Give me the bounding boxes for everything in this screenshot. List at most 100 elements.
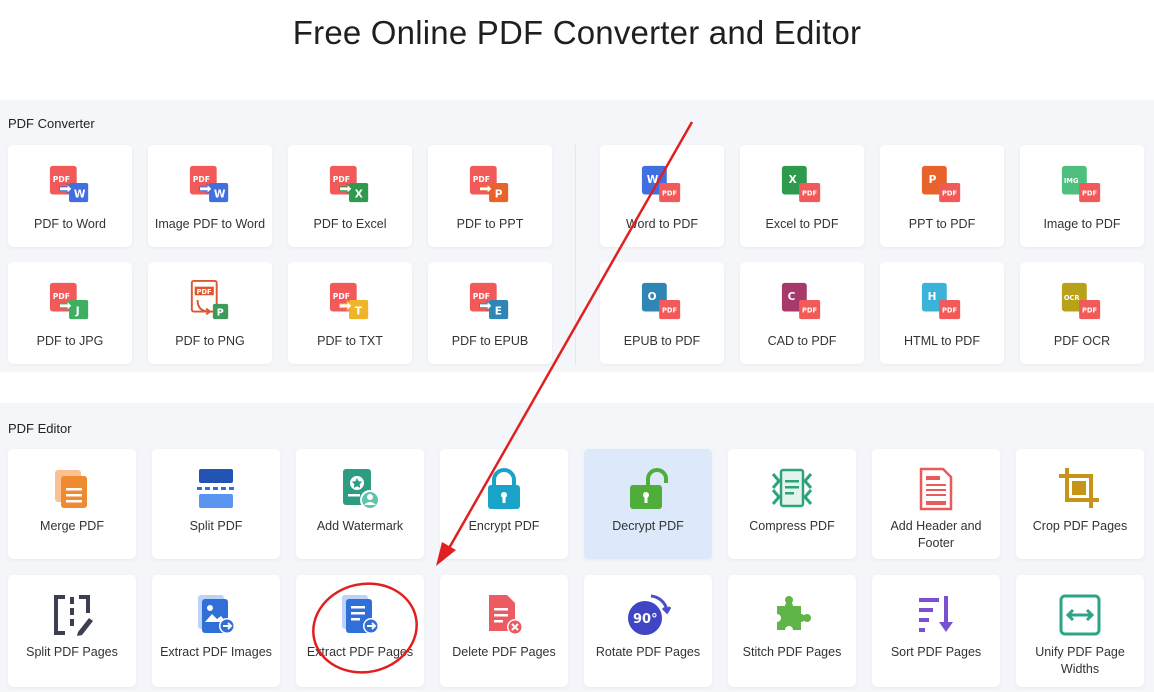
svg-text:PDF: PDF [1082,189,1097,197]
svg-text:PDF: PDF [1082,306,1097,314]
tool-unify-page-widths[interactable]: Unify PDF Page Widths [1016,575,1144,687]
tool-label: Extract PDF Pages [306,645,414,659]
tool-merge-pdf[interactable]: Merge PDF [8,449,136,559]
image-to-pdf-icon: IMG PDF [1061,165,1101,203]
extract-pdf-images-icon [198,595,235,634]
crop-pdf-pages-icon [1059,468,1099,508]
tool-label: Image PDF to Word [154,217,266,231]
image-pdf-to-word-icon: PDF W [189,165,229,203]
svg-text:W: W [214,188,226,200]
decrypt-pdf-icon [630,468,668,509]
svg-text:PDF: PDF [197,288,212,296]
tool-split-pdf-pages[interactable]: Split PDF Pages [8,575,136,687]
tool-extract-pdf-images[interactable]: Extract PDF Images [152,575,280,687]
tool-epub-to-pdf[interactable]: O PDF EPUB to PDF [600,262,724,364]
tool-word-to-pdf[interactable]: W PDF Word to PDF [600,145,724,247]
tool-label: Stitch PDF Pages [742,645,842,659]
svg-text:X: X [355,188,363,200]
tool-extract-pdf-pages[interactable]: Extract PDF Pages [296,575,424,687]
tool-compress-pdf[interactable]: Compress PDF [728,449,856,559]
add-header-footer-icon [919,467,953,511]
svg-text:OCR: OCR [1064,294,1081,302]
split-pdf-icon [197,469,234,508]
tool-stitch-pdf-pages[interactable]: Stitch PDF Pages [728,575,856,687]
word-to-pdf-icon: W PDF [641,165,681,203]
svg-text:PDF: PDF [333,292,350,301]
rotate-pdf-pages-icon: 90° [628,594,671,635]
section-label-editor: PDF Editor [8,421,72,436]
cad-to-pdf-icon: C PDF [781,282,821,320]
svg-text:W: W [74,188,86,200]
tool-label: Excel to PDF [765,217,839,231]
tool-label: Encrypt PDF [468,519,540,533]
tool-label: PDF OCR [1053,334,1111,348]
tool-image-pdf-to-word[interactable]: PDF W Image PDF to Word [148,145,272,247]
tool-label: Image to PDF [1043,217,1121,231]
svg-text:PDF: PDF [802,306,817,314]
sort-pdf-pages-icon [919,596,953,632]
pdf-converter-section: PDF Converter PDF W PDF to Word PDF W Im… [0,100,1154,372]
tool-pdf-to-epub[interactable]: PDF E PDF to EPUB [428,262,552,364]
tool-split-pdf[interactable]: Split PDF [152,449,280,559]
delete-pdf-pages-icon [489,595,523,635]
tool-pdf-to-ppt[interactable]: PDF P PDF to PPT [428,145,552,247]
tool-label: CAD to PDF [767,334,837,348]
tool-pdf-to-word[interactable]: PDF W PDF to Word [8,145,132,247]
tool-encrypt-pdf[interactable]: Encrypt PDF [440,449,568,559]
unify-page-widths-icon [1059,594,1101,636]
svg-text:PDF: PDF [662,306,677,314]
svg-text:P: P [929,174,937,186]
svg-text:O: O [648,291,657,303]
tool-decrypt-pdf[interactable]: Decrypt PDF [584,449,712,559]
svg-text:T: T [355,305,363,317]
tool-label: Unify PDF Page Widths [1035,645,1125,676]
pdf-to-ppt-icon: PDF P [469,165,509,203]
tool-html-to-pdf[interactable]: H PDF HTML to PDF [880,262,1004,364]
tool-label: PDF to PPT [456,217,524,231]
pdf-editor-section: PDF Editor Merge PDF Split PDF Add Water… [0,403,1154,692]
tool-add-watermark[interactable]: Add Watermark [296,449,424,559]
split-pdf-pages-icon [54,595,93,636]
pdf-ocr-icon: OCR PDF [1061,282,1101,320]
svg-text:P: P [217,307,224,318]
svg-text:C: C [788,291,796,303]
tool-sort-pdf-pages[interactable]: Sort PDF Pages [872,575,1000,687]
pdf-to-excel-icon: PDF X [329,165,369,203]
pdf-to-txt-icon: PDF T [329,282,369,320]
svg-text:PDF: PDF [333,175,350,184]
tool-label: Extract PDF Images [160,645,272,659]
tool-label: PDF to EPUB [451,334,529,348]
stitch-pdf-pages-icon [777,596,811,630]
svg-text:PDF: PDF [662,189,677,197]
tool-label: Split PDF Pages [26,645,118,659]
excel-to-pdf-icon: X PDF [781,165,821,203]
tool-cad-to-pdf[interactable]: C PDF CAD to PDF [740,262,864,364]
tool-image-to-pdf[interactable]: IMG PDF Image to PDF [1020,145,1144,247]
html-to-pdf-icon: H PDF [921,282,961,320]
tool-excel-to-pdf[interactable]: X PDF Excel to PDF [740,145,864,247]
tool-pdf-ocr[interactable]: OCR PDF PDF OCR [1020,262,1144,364]
tool-pdf-to-png[interactable]: PDF P PDF to PNG [148,262,272,364]
tool-ppt-to-pdf[interactable]: P PDF PPT to PDF [880,145,1004,247]
tool-delete-pdf-pages[interactable]: Delete PDF Pages [440,575,568,687]
pdf-to-jpg-icon: PDF J [49,282,89,320]
tool-label: PDF to Excel [313,217,387,231]
svg-text:E: E [495,305,502,317]
tool-add-header-footer[interactable]: Add Header and Footer [872,449,1000,559]
svg-text:W: W [647,174,659,186]
tool-pdf-to-jpg[interactable]: PDF J PDF to JPG [8,262,132,364]
tool-pdf-to-excel[interactable]: PDF X PDF to Excel [288,145,412,247]
compress-pdf-icon [771,468,813,508]
tool-pdf-to-txt[interactable]: PDF T PDF to TXT [288,262,412,364]
tool-label: Split PDF [189,519,243,533]
tool-label: Delete PDF Pages [452,645,556,659]
tool-label: Decrypt PDF [612,519,684,533]
page-title: Free Online PDF Converter and Editor [292,14,862,51]
tool-label: PDF to Word [33,217,106,231]
svg-text:J: J [75,305,80,317]
tool-crop-pdf-pages[interactable]: Crop PDF Pages [1016,449,1144,559]
tool-label: HTML to PDF [904,334,980,348]
svg-text:PDF: PDF [473,175,490,184]
tool-rotate-pdf-pages[interactable]: 90° Rotate PDF Pages [584,575,712,687]
add-watermark-icon [343,469,380,510]
